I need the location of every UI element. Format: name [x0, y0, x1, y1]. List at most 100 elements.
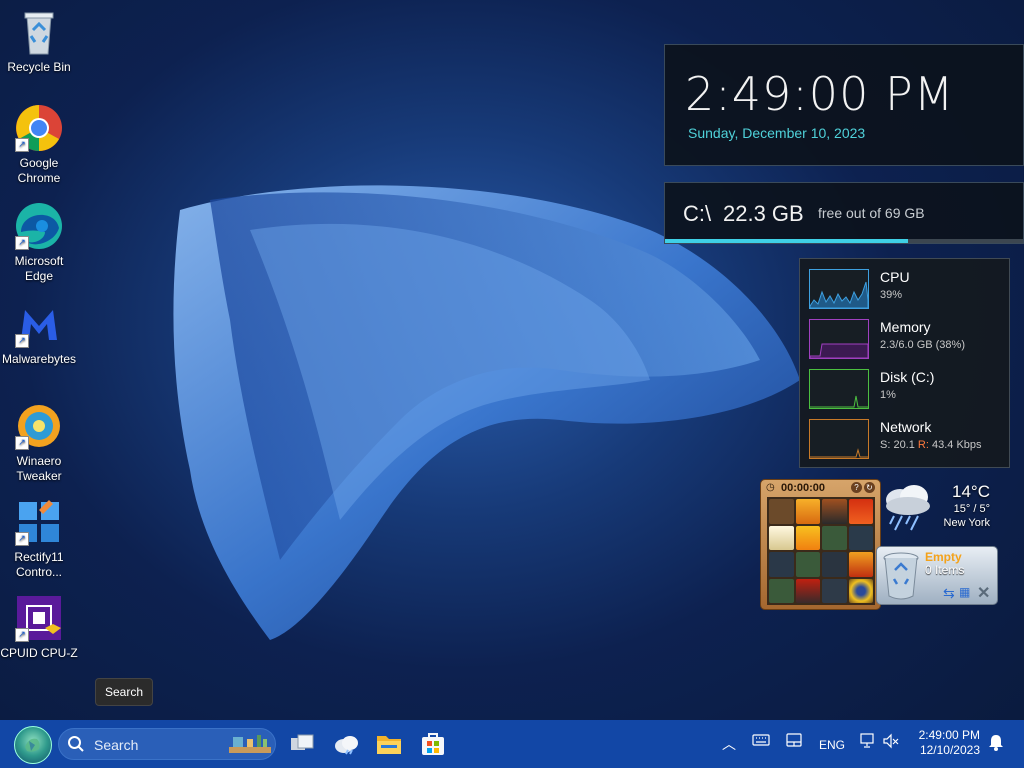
clock-widget[interactable]: 2:49:00 PM Sunday, December 10, 2023 [664, 44, 1024, 166]
file-explorer-icon[interactable] [375, 730, 403, 758]
shortcut-arrow-icon: ↗ [15, 628, 29, 642]
puzzle-tile[interactable] [769, 499, 794, 524]
drive-free-space: 22.3 GB [723, 201, 804, 226]
cpu-z-icon: ↗ [15, 594, 63, 642]
chrome-icon: ↗ [15, 104, 63, 152]
search-icon [67, 735, 85, 758]
touchpad-icon[interactable] [786, 733, 802, 750]
search-highlight-icon [227, 733, 273, 760]
malwarebytes-icon: ↗ [15, 300, 63, 348]
show-hidden-icons-chevron-icon[interactable]: ︿ [722, 734, 736, 754]
perf-cpu-value: 39% [880, 289, 903, 301]
drive-space-widget[interactable]: C:\ 22.3 GB free out of 69 GB [664, 182, 1024, 244]
drive-usage-bar [665, 239, 1023, 243]
desktop-icon-label: CPUID CPU-Z [0, 646, 78, 660]
winaero-tweaker-icon: ↗ [15, 402, 63, 450]
search-placeholder: Search [94, 737, 139, 753]
disk-graph [809, 369, 869, 409]
desktop-icon-winaero-tweaker[interactable]: ↗ Winaero Tweaker [0, 402, 78, 484]
perf-row-memory: Memory 2.3/6.0 GB (38%) [809, 319, 1009, 363]
window-icon[interactable]: ▦ [959, 585, 970, 599]
recycle-bin-icon [881, 550, 921, 607]
puzzle-timer: 00:00:00 [781, 482, 826, 494]
puzzle-tile[interactable] [822, 552, 847, 577]
clock-time: 2:49:00 PM [685, 67, 955, 121]
recycle-status: Empty [925, 550, 962, 564]
notification-bell-icon[interactable] [988, 733, 1004, 754]
clock-date: Sunday, December 10, 2023 [688, 125, 866, 141]
desktop-icon-rectify11[interactable]: ↗ Rectify11 Contro... [0, 498, 78, 580]
empty-bin-icon[interactable]: ✕ [977, 583, 990, 603]
puzzle-tile[interactable] [769, 525, 794, 550]
taskbar-date: 12/10/2023 [919, 743, 980, 757]
perf-cpu-name: CPU [880, 269, 910, 285]
volume-muted-icon[interactable] [882, 733, 900, 752]
puzzle-grid [767, 497, 875, 605]
drive-path: C:\ [683, 201, 712, 226]
task-view-icon[interactable] [288, 730, 316, 758]
puzzle-tile[interactable] [848, 578, 873, 603]
taskbar-time: 2:49:00 PM [918, 728, 980, 742]
picture-puzzle-widget[interactable]: ◷ 00:00:00 ? ↻ [760, 479, 881, 610]
perf-row-cpu: CPU 39% [809, 269, 1009, 313]
desktop-icon-recycle-bin[interactable]: Recycle Bin [0, 8, 78, 75]
widgets-weather-icon[interactable] [332, 730, 360, 758]
windows-orb-icon [25, 738, 40, 752]
performance-monitor-widget[interactable]: CPU 39% Memory 2.3/6.0 GB (38%) Disk (C:… [799, 258, 1010, 468]
perf-row-disk: Disk (C:) 1% [809, 369, 1009, 413]
start-button[interactable] [14, 726, 52, 764]
puzzle-tile[interactable] [769, 552, 794, 577]
perf-row-network: Network S: 20.1 R: 43.4 Kbps [809, 419, 1009, 463]
perf-memory-name: Memory [880, 319, 931, 335]
help-icon[interactable]: ? [851, 482, 862, 493]
puzzle-tile[interactable] [822, 525, 847, 550]
rain-cloud-icon [880, 480, 936, 537]
puzzle-tile[interactable] [848, 499, 873, 524]
recycle-count: 0 Items [925, 563, 965, 577]
drive-description: free out of 69 GB [818, 205, 925, 221]
cpu-graph [809, 269, 869, 309]
search-tooltip: Search [95, 678, 154, 706]
network-icon[interactable] [860, 733, 878, 752]
puzzle-tile[interactable] [822, 578, 847, 603]
desktop-icon-microsoft-edge[interactable]: ↗ Microsoft Edge [0, 202, 78, 284]
perf-network-value: S: 20.1 R: 43.4 Kbps [880, 439, 982, 451]
input-language[interactable]: ENG [819, 738, 845, 752]
puzzle-tile[interactable] [822, 499, 847, 524]
shortcut-arrow-icon: ↗ [15, 138, 29, 152]
perf-memory-value: 2.3/6.0 GB (38%) [880, 339, 965, 351]
shuffle-icon[interactable]: ↻ [864, 482, 875, 493]
puzzle-tile[interactable] [795, 499, 820, 524]
puzzle-tile[interactable] [769, 578, 794, 603]
perf-disk-name: Disk (C:) [880, 369, 935, 385]
recycle-bin-icon [15, 8, 63, 56]
desktop-icon-label: Rectify11 Contro... [14, 550, 64, 579]
drive-usage-fill [665, 239, 909, 243]
memory-graph [809, 319, 869, 359]
rectify11-icon: ↗ [15, 498, 63, 546]
desktop-icon-cpu-z[interactable]: ↗ CPUID CPU-Z [0, 594, 78, 661]
taskbar: Search ︿ ENG 2:49:00 PM 12/10/2023 [0, 720, 1024, 768]
shortcut-arrow-icon: ↗ [15, 532, 29, 546]
desktop-icon-label: Microsoft Edge [14, 254, 64, 283]
restore-icon[interactable]: ⇆ [943, 585, 955, 602]
desktop-icon-label: Malwarebytes [1, 352, 77, 366]
network-graph [809, 419, 869, 459]
puzzle-tile[interactable] [795, 578, 820, 603]
edge-icon: ↗ [15, 202, 63, 250]
perf-disk-value: 1% [880, 389, 896, 401]
desktop-icon-google-chrome[interactable]: ↗ Google Chrome [0, 104, 78, 186]
taskbar-search-box[interactable]: Search [58, 728, 276, 760]
weather-city: New York [943, 517, 990, 529]
puzzle-tile[interactable] [848, 552, 873, 577]
puzzle-tile[interactable] [795, 552, 820, 577]
weather-widget[interactable]: 14°C 15° / 5° New York [878, 478, 998, 536]
keyboard-icon[interactable] [752, 733, 770, 750]
puzzle-tile[interactable] [795, 525, 820, 550]
microsoft-store-icon[interactable] [419, 730, 447, 758]
puzzle-tile[interactable] [848, 525, 873, 550]
recycle-bin-gadget[interactable]: Empty 0 Items ⇆ ▦ ✕ [876, 546, 998, 605]
desktop-icon-malwarebytes[interactable]: ↗ Malwarebytes [0, 300, 78, 367]
shortcut-arrow-icon: ↗ [15, 236, 29, 250]
taskbar-clock[interactable]: 2:49:00 PM 12/10/2023 [912, 728, 980, 758]
